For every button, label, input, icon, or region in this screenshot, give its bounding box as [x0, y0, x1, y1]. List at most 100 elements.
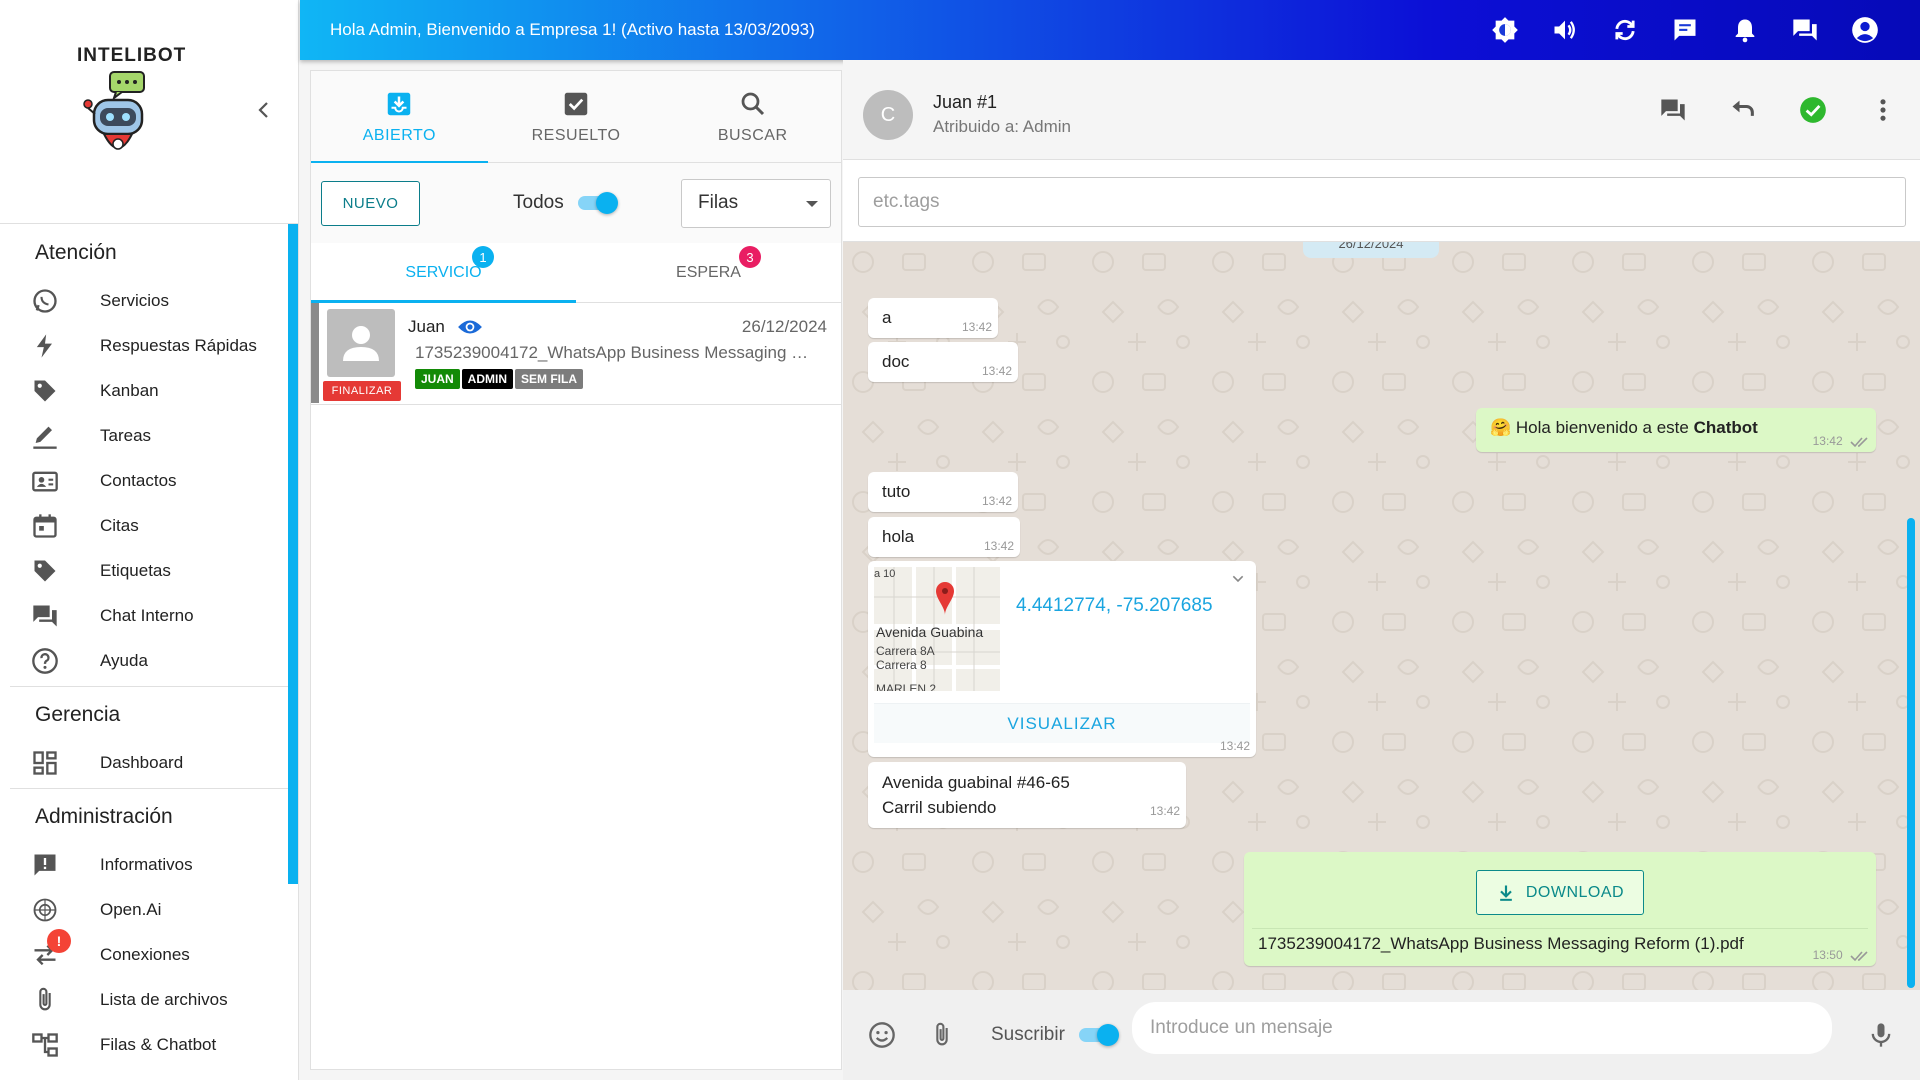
emoji-icon[interactable]: [867, 1020, 897, 1050]
map-thumbnail[interactable]: a 10 Avenida Guabina Carrera 8A Carrera …: [874, 567, 1000, 691]
queue-select-value: Filas: [698, 192, 739, 213]
message-time: 13:42: [1149, 804, 1180, 818]
date-separator: 26/12/2024: [1303, 242, 1439, 258]
tab-resuelto[interactable]: RESUELTO: [488, 71, 665, 162]
sidebar-item-informativos[interactable]: Informativos: [0, 842, 298, 887]
contact-avatar: [327, 309, 395, 377]
outgoing-message-bubble: 🤗 Hola bienvenido a este Chatbot 13:42: [1476, 408, 1876, 452]
sidebar-item-dashboard[interactable]: Dashboard: [0, 740, 298, 785]
sidebar-item-label: Servicios: [100, 290, 169, 310]
account-icon[interactable]: [1850, 15, 1880, 45]
sidebar-item-etiquetas[interactable]: Etiquetas: [0, 548, 298, 593]
hugging-emoji-icon: 🤗: [1490, 418, 1512, 437]
chevron-left-icon: [258, 102, 268, 118]
chat-panel: C Juan #1 Atribuido a: Admin etc.tags 26…: [843, 60, 1920, 1080]
chevron-down-icon[interactable]: [1230, 571, 1246, 587]
logo-area: INTELIBOT: [0, 0, 298, 224]
messages-scrollbar[interactable]: [1907, 518, 1915, 988]
download-button[interactable]: DOWNLOAD: [1476, 870, 1644, 915]
message-time: 13:50: [1812, 948, 1843, 962]
switch-knob: [1096, 1024, 1119, 1046]
sidebar-item-chat-interno[interactable]: Chat Interno: [0, 593, 298, 638]
ticket-item[interactable]: FINALIZAR Juan 26/12/2024 1735239004172_…: [311, 303, 841, 405]
message-bold-text: Chatbot: [1693, 418, 1758, 437]
volume-icon[interactable]: [1550, 15, 1580, 45]
double-check-icon: [1850, 951, 1868, 961]
sidebar-item-contactos[interactable]: Contactos: [0, 458, 298, 503]
message-time: 13:42: [1219, 739, 1250, 753]
document-filename: 1735239004172_WhatsApp Business Messagin…: [1258, 934, 1744, 953]
move-to-inbox-icon: [388, 92, 411, 115]
subscribe-label: Suscribir: [991, 1024, 1065, 1045]
search-icon: [741, 92, 764, 115]
undo-icon[interactable]: [1728, 95, 1758, 125]
openai-icon: [30, 895, 60, 925]
transfer-icon[interactable]: [1658, 95, 1688, 125]
sidebar-item-ayuda[interactable]: Ayuda: [0, 638, 298, 683]
subscribe-switch[interactable]: [1078, 1024, 1119, 1046]
sidebar-item-label: Informativos: [100, 854, 193, 874]
sidebar-item-kanban[interactable]: Kanban: [0, 368, 298, 413]
bubble-divider: [1252, 928, 1868, 929]
pencil-icon: [30, 421, 60, 451]
brightness-icon[interactable]: [1490, 15, 1520, 45]
sidebar-item-conexiones[interactable]: Conexiones!: [0, 929, 298, 977]
resolve-icon[interactable]: [1798, 95, 1828, 125]
todos-switch[interactable]: [577, 192, 618, 214]
queue-color-bar: [311, 303, 319, 403]
welcome-message: Hola Admin, Bienvenido a Empresa 1! (Act…: [330, 20, 815, 39]
messages-area: 26/12/2024 a 13:42 doc 13:42 🤗 Hola bien…: [843, 242, 1920, 990]
sidebar-item-citas[interactable]: Citas: [0, 503, 298, 548]
subtab-servicio-label: SERVICIO: [405, 263, 482, 281]
bolt-icon: [30, 331, 60, 361]
collapse-sidebar-button[interactable]: [252, 98, 276, 122]
sidebar-item-servicios[interactable]: Servicios: [0, 278, 298, 323]
forum-icon[interactable]: [1790, 15, 1820, 45]
sidebar-item-lista-de-archivos[interactable]: Lista de archivos: [0, 977, 298, 1022]
finalize-button[interactable]: FINALIZAR: [323, 381, 401, 401]
refresh-icon[interactable]: [1610, 15, 1640, 45]
tags-input[interactable]: [858, 177, 1906, 227]
attach-icon[interactable]: [927, 1020, 957, 1050]
sidebar-section-title: Gerencia: [35, 703, 121, 726]
more-vert-icon[interactable]: [1868, 95, 1898, 125]
sidebar-divider: [10, 788, 288, 789]
subtab-espera[interactable]: ESPERA 3: [576, 243, 841, 302]
tag-icon: [30, 376, 60, 406]
subtab-servicio[interactable]: SERVICIO 1: [311, 243, 576, 303]
sidebar-section-title: Atención: [35, 241, 117, 264]
eye-icon[interactable]: [457, 317, 483, 337]
message-time: 13:42: [983, 539, 1014, 553]
tickets-panel: ABIERTO RESUELTO BUSCAR NUEVO Todos Fila…: [310, 70, 842, 1070]
message-text: doc: [882, 352, 910, 371]
mic-icon[interactable]: [1866, 1020, 1896, 1050]
message-time: 13:42: [1812, 434, 1843, 448]
sidebar-item-label: Chat Interno: [100, 605, 194, 625]
map-label: a 10: [874, 568, 895, 580]
document-message-bubble: DOWNLOAD 1735239004172_WhatsApp Business…: [1244, 852, 1876, 966]
tab-buscar-label: BUSCAR: [717, 126, 788, 144]
person-icon: [343, 326, 379, 361]
sidebar-nav: Atención Servicios Respuestas Rápidas Kanba…: [0, 224, 298, 1067]
visualize-button[interactable]: VISUALIZAR: [874, 703, 1250, 743]
message-input[interactable]: [1132, 1002, 1832, 1054]
sidebar-item-tareas[interactable]: Tareas: [0, 413, 298, 458]
location-coordinates[interactable]: 4.4412774, -75.207685: [1016, 595, 1213, 617]
help-icon: [30, 646, 60, 676]
sidebar-item-open-ai[interactable]: Open.Ai: [0, 887, 298, 932]
chat-contact-name: Juan #1: [933, 92, 998, 112]
tab-buscar[interactable]: BUSCAR: [664, 71, 841, 162]
queue-select[interactable]: Filas: [681, 178, 831, 228]
message-time: 13:42: [981, 364, 1012, 378]
announcement-icon[interactable]: [1670, 15, 1700, 45]
ticket-subtabs: SERVICIO 1 ESPERA 3: [311, 243, 841, 303]
sidebar-item-respuestas-r-pidas[interactable]: Respuestas Rápidas: [0, 323, 298, 368]
double-check-icon: [1850, 437, 1868, 447]
ticket-name-text: Juan: [408, 317, 445, 336]
bell-icon[interactable]: [1730, 15, 1760, 45]
tab-abierto[interactable]: ABIERTO: [311, 71, 488, 163]
ticket-date: 26/12/2024: [741, 317, 827, 336]
download-label: DOWNLOAD: [1525, 883, 1625, 901]
new-ticket-button[interactable]: NUEVO: [321, 180, 420, 226]
sidebar-item-filas-chatbot[interactable]: Filas & Chatbot: [0, 1022, 298, 1067]
